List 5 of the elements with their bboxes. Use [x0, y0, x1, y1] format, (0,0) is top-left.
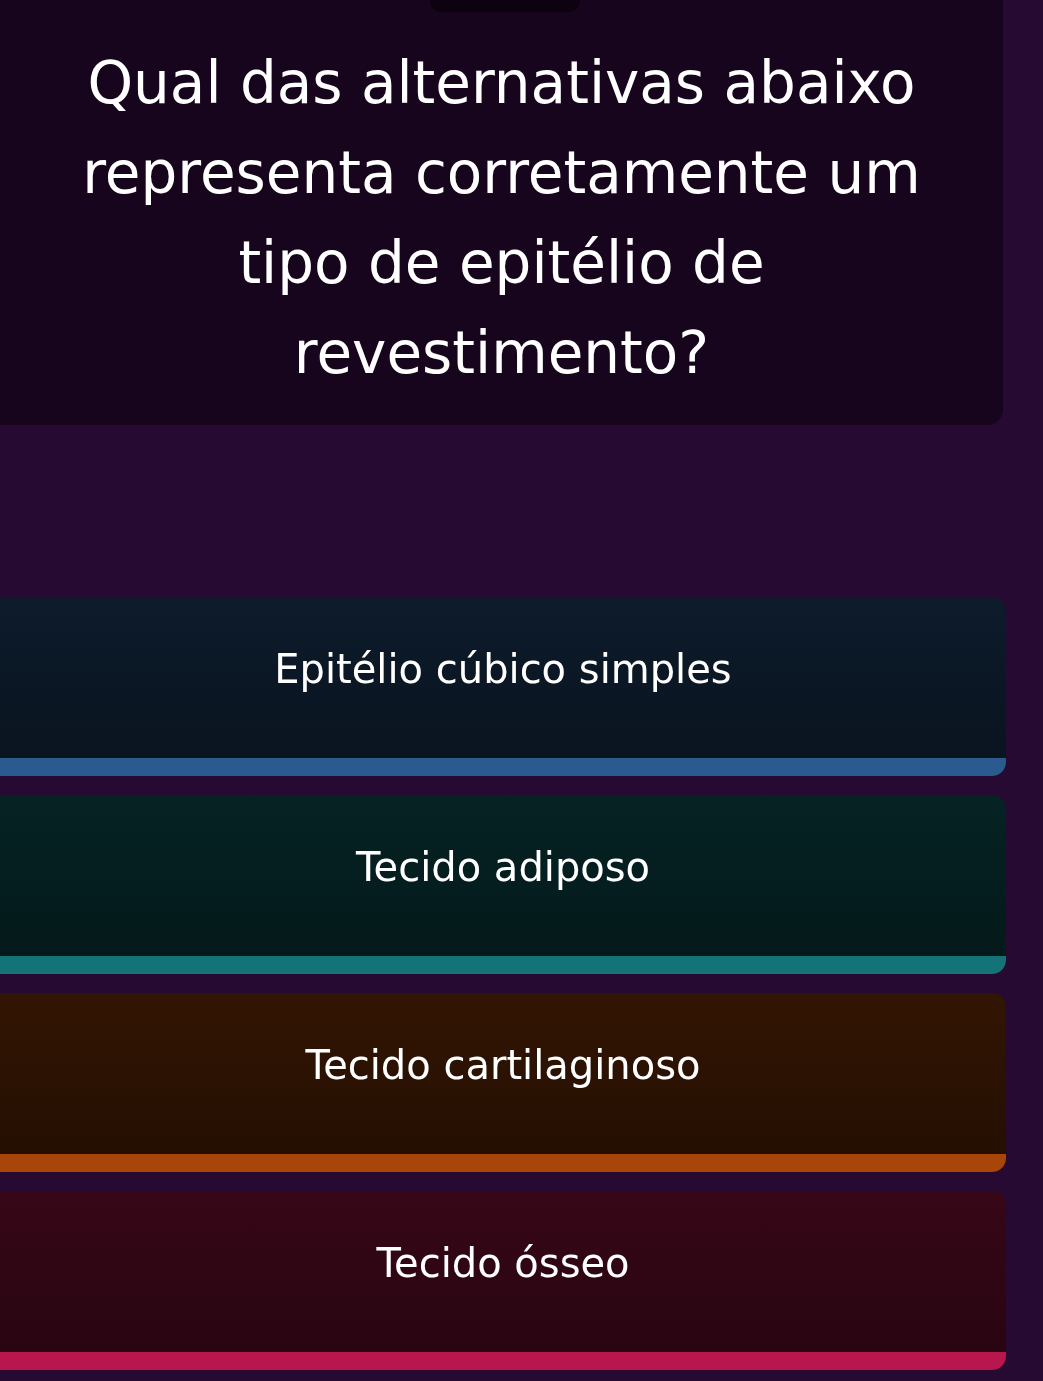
- answer-option[interactable]: Tecido cartilaginoso: [0, 993, 1006, 1172]
- question-text: Qual das alternativas abaixo representa corretamente um tipo de epitélio de revestimento?: [81, 47, 922, 389]
- answer-option[interactable]: Tecido adiposo: [0, 795, 1006, 974]
- answer-option[interactable]: Tecido ósseo: [0, 1191, 1006, 1370]
- answer-option[interactable]: Epitélio cúbico simples: [0, 597, 1006, 776]
